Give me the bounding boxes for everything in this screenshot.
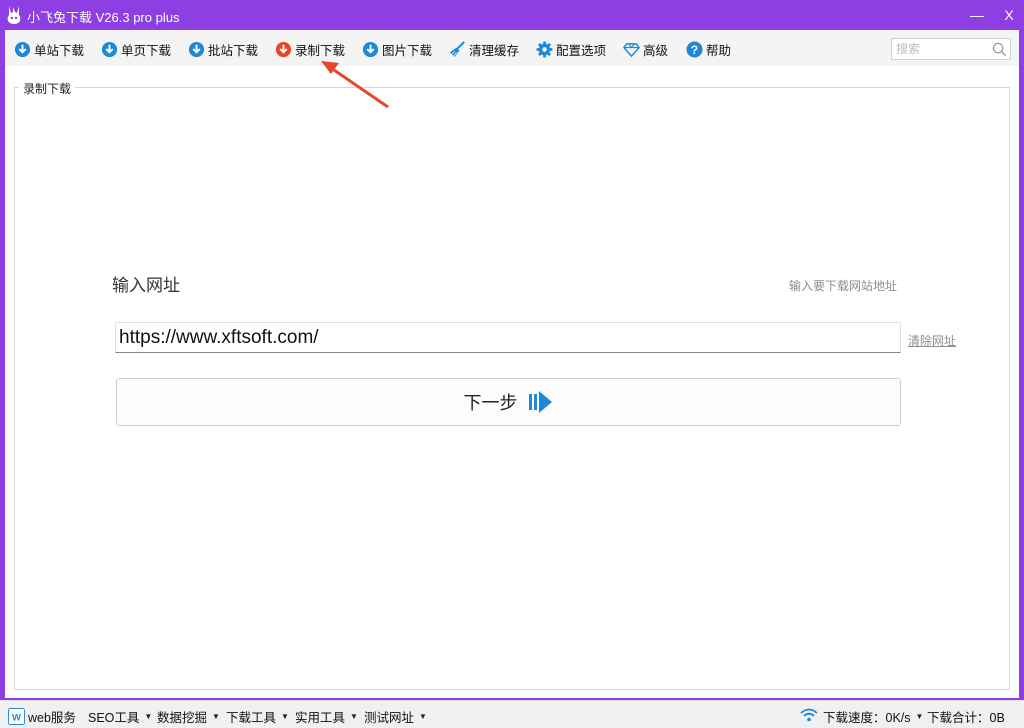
search-icon[interactable] (992, 42, 1007, 57)
toolbar: 单站下载 单页下载 批站下载 录制下载 图片下载 清理缓存 配置选项 高级 ? … (5, 30, 1019, 66)
caret-down-icon: ▼ (419, 712, 427, 721)
toolbar-help[interactable]: ? 帮助 (686, 39, 731, 59)
toolbar-batch-site-download[interactable]: 批站下载 (188, 39, 258, 59)
rabbit-logo-icon (7, 6, 21, 24)
window-title: 小飞兔下载 V26.3 pro plus (27, 10, 180, 25)
minimize-button[interactable]: — (966, 5, 988, 25)
wifi-icon (800, 708, 818, 722)
download-speed-label: 下载速度：0K/s (823, 711, 911, 725)
toolbar-label: 单页下载 (121, 43, 172, 58)
url-section-title: 输入网址 (112, 276, 180, 295)
toolbar-label: 清理缓存 (469, 43, 520, 58)
toolbar-single-site-download[interactable]: 单站下载 (14, 39, 84, 59)
toolbar-label: 图片下载 (382, 43, 433, 58)
close-button[interactable]: X (998, 5, 1020, 25)
caret-down-icon: ▼ (281, 712, 289, 721)
menu-test-urls[interactable]: 测试网址 ▼ (364, 707, 427, 726)
menu-data-mining[interactable]: 数据挖掘 ▼ (157, 707, 220, 726)
cloud-download-icon (14, 41, 31, 57)
caret-down-icon: ▼ (212, 712, 220, 721)
menu-label: 数据挖掘 (157, 711, 208, 725)
search-input[interactable] (892, 39, 988, 59)
clear-url-link[interactable]: 清除网址 (908, 332, 956, 349)
cloud-download-icon (275, 41, 292, 57)
toolbar-label: 录制下载 (295, 43, 346, 58)
menu-label: 实用工具 (295, 711, 346, 725)
download-speed: 下载速度：0K/s ▼ (823, 707, 923, 726)
menu-label: 测试网址 (364, 711, 415, 725)
toolbar-label: 帮助 (706, 43, 732, 58)
menu-download-tools[interactable]: 下载工具 ▼ (226, 707, 289, 726)
download-total: 下载合计：0B (927, 707, 1005, 726)
caret-down-icon: ▼ (144, 712, 153, 721)
web-service-icon: W (8, 708, 25, 725)
toolbar-label: 配置选项 (556, 43, 607, 58)
svg-text:W: W (12, 712, 21, 723)
next-step-label: 下一步 (463, 393, 518, 413)
menu-utility-tools[interactable]: 实用工具 ▼ (295, 707, 358, 726)
toolbar-label: 高级 (643, 43, 669, 58)
client-area: 单站下载 单页下载 批站下载 录制下载 图片下载 清理缓存 配置选项 高级 ? … (5, 30, 1019, 698)
toolbar-record-download[interactable]: 录制下载 (275, 39, 345, 59)
url-hint-text: 输入要下载网站地址 (789, 279, 898, 293)
gear-icon (536, 40, 553, 58)
toolbar-single-page-download[interactable]: 单页下载 (101, 39, 171, 59)
diamond-icon (623, 42, 640, 57)
toolbar-clear-cache[interactable]: 清理缓存 (449, 39, 519, 59)
cloud-download-icon (101, 41, 118, 57)
url-input[interactable] (115, 322, 901, 353)
menu-label: 下载工具 (226, 711, 277, 725)
app-window: 小飞兔下载 V26.3 pro plus — X 单站下载 单页下载 批站下载 … (0, 0, 1024, 728)
menu-seo-tools[interactable]: SEO工具 ▼ (88, 707, 152, 726)
toolbar-advanced[interactable]: 高级 (623, 39, 668, 59)
broom-icon (449, 40, 465, 57)
panel-legend: 录制下载 (19, 80, 76, 97)
web-service-label: web服务 (28, 711, 76, 725)
cloud-download-icon (362, 41, 379, 57)
title-bar[interactable]: 小飞兔下载 V26.3 pro plus — X (0, 0, 1024, 30)
help-icon: ? (686, 40, 703, 58)
toolbar-settings[interactable]: 配置选项 (536, 39, 606, 59)
status-bar: W web服务 SEO工具 ▼ 数据挖掘 ▼ 下载工具 ▼ 实用工具 ▼ 测试网址 ▼ 下… (0, 700, 1024, 728)
web-service-button[interactable]: W web服务 (8, 707, 76, 726)
menu-label: SEO工具 (88, 711, 140, 725)
caret-down-icon: ▼ (915, 712, 924, 721)
download-total-label: 下载合计：0B (927, 711, 1005, 725)
toolbar-image-download[interactable]: 图片下载 (362, 39, 432, 59)
cloud-download-icon (188, 41, 205, 57)
caret-down-icon: ▼ (350, 712, 358, 721)
svg-text:?: ? (691, 42, 699, 56)
search-box (891, 38, 1011, 60)
arrow-right-icon (528, 391, 552, 413)
toolbar-label: 单站下载 (34, 43, 85, 58)
toolbar-label: 批站下载 (208, 43, 259, 58)
next-step-button[interactable]: 下一步 (116, 378, 901, 426)
